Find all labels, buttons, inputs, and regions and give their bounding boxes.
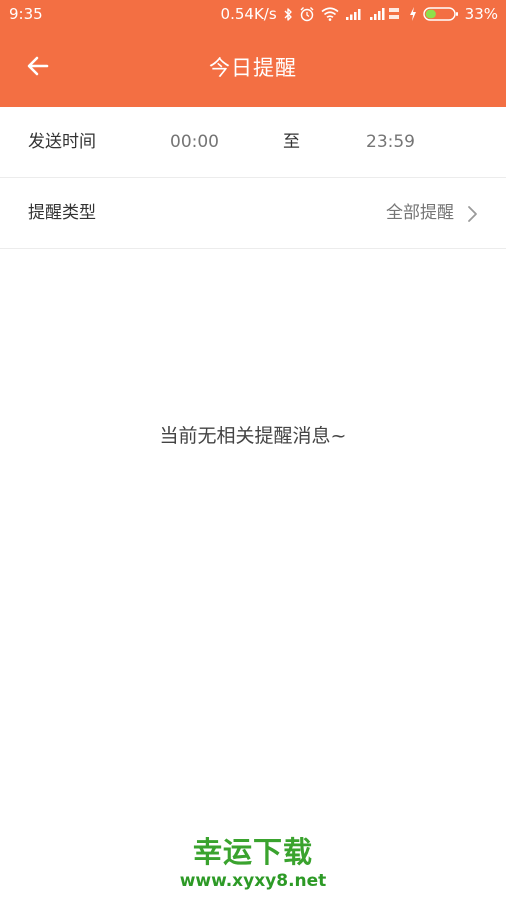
page-title: 今日提醒	[209, 56, 297, 80]
empty-state-message: 当前无相关提醒消息~	[159, 425, 347, 447]
watermark-url: www.xyxy8.net	[179, 871, 327, 891]
start-time-picker[interactable]: 00:00	[170, 131, 219, 153]
watermark-title: 幸运下载	[192, 835, 313, 869]
status-time: 9:35	[9, 5, 43, 23]
remind-type-label: 提醒类型	[28, 203, 96, 223]
bluetooth-icon	[283, 7, 293, 22]
end-time-picker[interactable]: 23:59	[366, 131, 415, 153]
status-bar: 9:35 0.54K/s 33%	[0, 0, 506, 28]
charging-icon	[409, 7, 417, 21]
signal-4g-icon	[369, 6, 403, 22]
network-speed: 0.54K/s	[220, 5, 277, 23]
send-time-label: 发送时间	[28, 132, 96, 152]
send-time-row: 发送时间 00:00 至 23:59	[0, 107, 506, 178]
remind-type-value: 全部提醒	[386, 203, 454, 223]
time-range-separator: 至	[283, 132, 300, 152]
battery-percent: 33%	[464, 5, 498, 23]
remind-type-row[interactable]: 提醒类型 全部提醒	[0, 178, 506, 249]
watermark: 幸运下载 www.xyxy8.net	[0, 834, 506, 892]
chevron-right-icon	[466, 204, 480, 224]
wifi-icon	[321, 7, 339, 21]
battery-icon	[422, 6, 459, 22]
signal-icon	[345, 7, 363, 21]
screen: 9:35 0.54K/s 33% 今日提醒 发送时间 00:00 至 23:59…	[0, 0, 506, 900]
alarm-icon	[299, 6, 315, 22]
status-indicators: 0.54K/s 33%	[221, 4, 498, 24]
app-header: 今日提醒	[0, 28, 506, 107]
